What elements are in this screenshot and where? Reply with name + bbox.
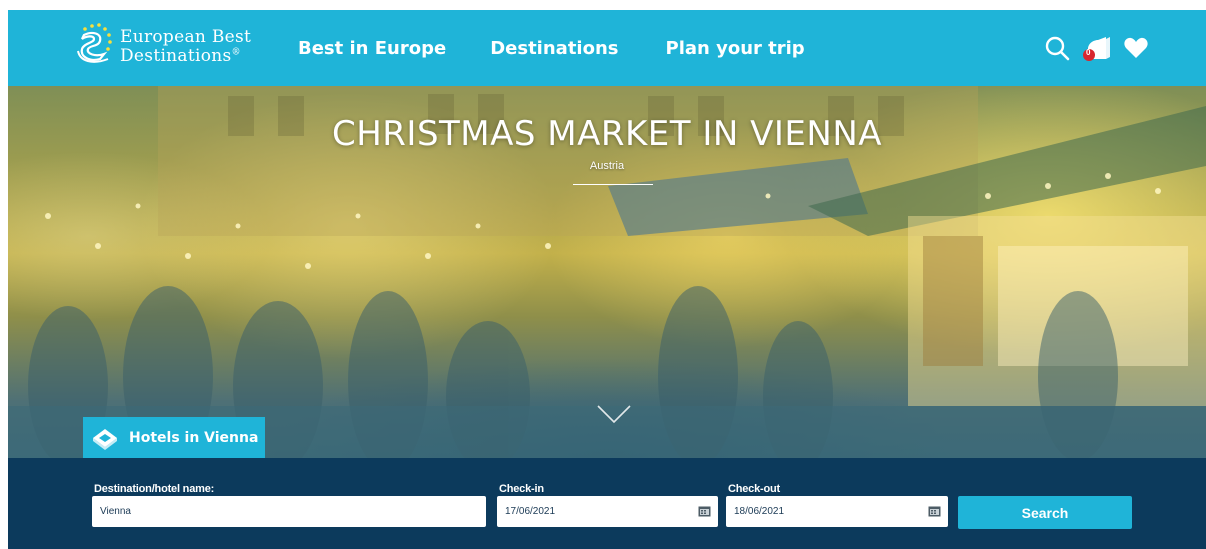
hotels-tab-label: Hotels in Vienna	[129, 429, 259, 446]
checkout-input[interactable]	[734, 506, 940, 517]
calendar-icon[interactable]	[928, 505, 941, 520]
destination-field[interactable]	[92, 496, 486, 527]
search-icon[interactable]	[1044, 35, 1070, 66]
site-logo[interactable]: European Best Destinations®	[74, 21, 264, 71]
page-subtitle: Austria	[589, 160, 625, 172]
nav-plan-your-trip[interactable]: Plan your trip	[666, 38, 805, 59]
page-title: CHRISTMAS MARKET IN VIENNA	[331, 114, 883, 154]
notification-icon[interactable]: 0	[1082, 35, 1112, 68]
heart-icon[interactable]	[1123, 36, 1149, 65]
hotels-tab[interactable]: Hotels in Vienna	[83, 417, 265, 458]
title-divider	[573, 184, 653, 185]
hotel-icon	[93, 428, 117, 450]
chevron-down-icon[interactable]	[596, 404, 632, 429]
destination-input[interactable]	[100, 506, 478, 517]
search-button[interactable]: Search	[958, 496, 1132, 529]
calendar-icon[interactable]	[698, 505, 711, 520]
checkin-label: Check-in	[499, 483, 544, 495]
site-header: European Best Destinations® Best in Euro…	[8, 10, 1206, 86]
checkout-field[interactable]	[726, 496, 948, 527]
hotel-search-bar: Destination/hotel name: Check-in Check-o…	[8, 458, 1206, 549]
checkout-label: Check-out	[728, 483, 780, 495]
logo-text-line2-label: Destinations	[120, 46, 232, 66]
registered-mark: ®	[231, 47, 241, 58]
destination-label: Destination/hotel name:	[94, 483, 215, 495]
logo-icon	[77, 23, 112, 63]
checkin-field[interactable]	[497, 496, 718, 527]
notification-count: 0	[1086, 48, 1091, 57]
nav-best-in-europe[interactable]: Best in Europe	[298, 38, 446, 59]
page: European Best Destinations® Best in Euro…	[8, 10, 1206, 549]
checkin-input[interactable]	[505, 506, 710, 517]
main-nav: Best in Europe Destinations Plan your tr…	[298, 10, 849, 86]
logo-text-line2: Destinations®	[120, 48, 241, 65]
hero-banner: CHRISTMAS MARKET IN VIENNA Austria Hotel…	[8, 86, 1206, 458]
nav-destinations[interactable]: Destinations	[490, 38, 618, 59]
logo-text-line1: European Best	[120, 27, 252, 47]
